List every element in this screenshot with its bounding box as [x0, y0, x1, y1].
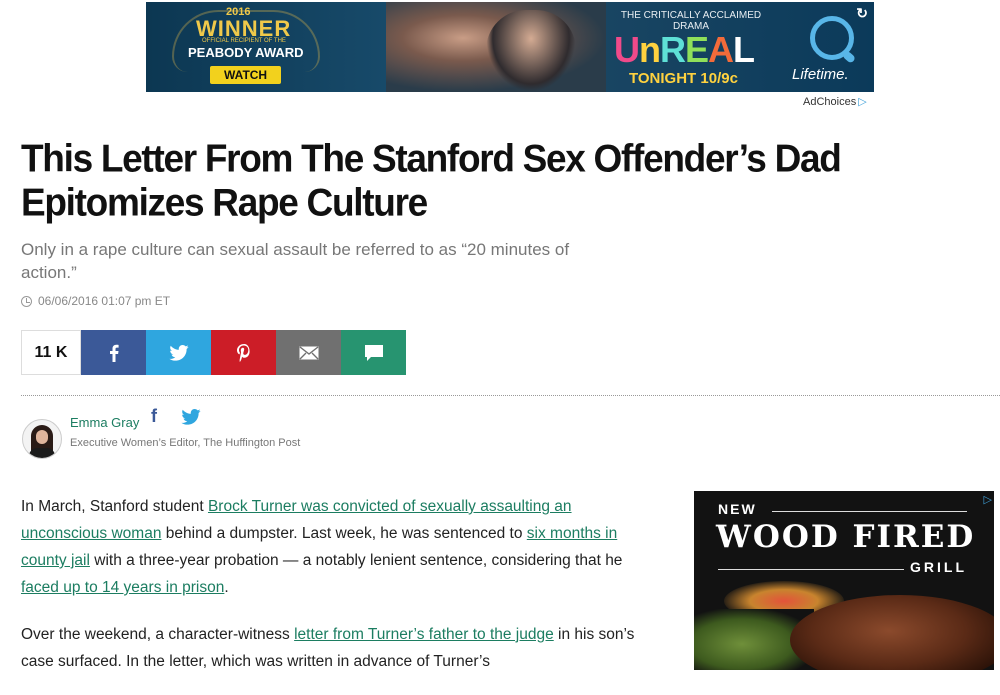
refresh-icon[interactable]: ↻ [856, 5, 868, 22]
comment-icon [364, 344, 383, 361]
article-paragraph: Over the weekend, a character-witness le… [21, 626, 635, 670]
ad-award-text: PEABODY AWARD [188, 45, 304, 60]
divider [21, 395, 1000, 396]
share-bar: 11 K [21, 330, 406, 375]
author-title: Executive Women’s Editor, The Huffington… [70, 437, 301, 449]
pinterest-share-button[interactable] [211, 330, 276, 375]
facebook-icon [109, 344, 119, 362]
lifetime-logo-icon [810, 16, 854, 60]
adchoices-link[interactable]: AdChoices ▷ [803, 95, 867, 108]
twitter-icon [168, 344, 189, 361]
comment-button[interactable] [341, 330, 406, 375]
ad-recipient-text: OFFICIAL RECIPIENT OF THE [202, 38, 286, 44]
ad-grill-text: GRILL [910, 559, 967, 575]
twitter-share-button[interactable] [146, 330, 211, 375]
ad-actress-image [486, 10, 576, 92]
side-ad[interactable]: NEW WOOD FIRED GRILL ▷ [694, 491, 994, 670]
email-icon [299, 345, 318, 359]
share-count: 11 K [21, 330, 81, 375]
facebook-share-button[interactable] [81, 330, 146, 375]
pinterest-icon [236, 343, 250, 362]
ad-show-logo: UnREAL [614, 29, 755, 70]
prison-term-link[interactable]: faced up to 14 years in prison [21, 579, 224, 596]
top-banner-ad[interactable]: 2016 WINNER OFFICIAL RECIPIENT OF THE PE… [146, 2, 874, 92]
facebook-icon[interactable]: f [151, 406, 157, 427]
adchoices-icon[interactable]: ▷ [984, 493, 992, 506]
timestamp-text: 06/06/2016 01:07 pm ET [38, 294, 171, 308]
article-subhead: Only in a rape culture can sexual assaul… [21, 240, 570, 282]
email-share-button[interactable] [276, 330, 341, 375]
ad-network-name: Lifetime. [792, 66, 849, 83]
adchoices-icon: ▷ [858, 96, 867, 108]
ad-airtime: TONIGHT 10/9c [629, 70, 738, 87]
clock-icon [21, 295, 32, 307]
article-timestamp: 06/06/2016 01:07 pm ET [21, 294, 170, 308]
ad-divider [772, 511, 967, 512]
ad-wood-fired-text: WOOD FIRED [716, 519, 976, 555]
father-letter-link[interactable]: letter from Turner’s father to the judge [294, 626, 554, 643]
article-body: In March, Stanford student Brock Turner … [21, 493, 641, 695]
article-headline: This Letter From The Stanford Sex Offend… [21, 136, 842, 225]
ad-watch-button[interactable]: WATCH [210, 66, 282, 84]
author-avatar[interactable] [22, 419, 62, 459]
ad-new-label: NEW [718, 501, 757, 517]
article-paragraph: In March, Stanford student Brock Turner … [21, 498, 623, 596]
ad-divider [718, 569, 904, 570]
twitter-icon[interactable] [181, 409, 201, 430]
author-name-link[interactable]: Emma Gray [70, 415, 139, 430]
